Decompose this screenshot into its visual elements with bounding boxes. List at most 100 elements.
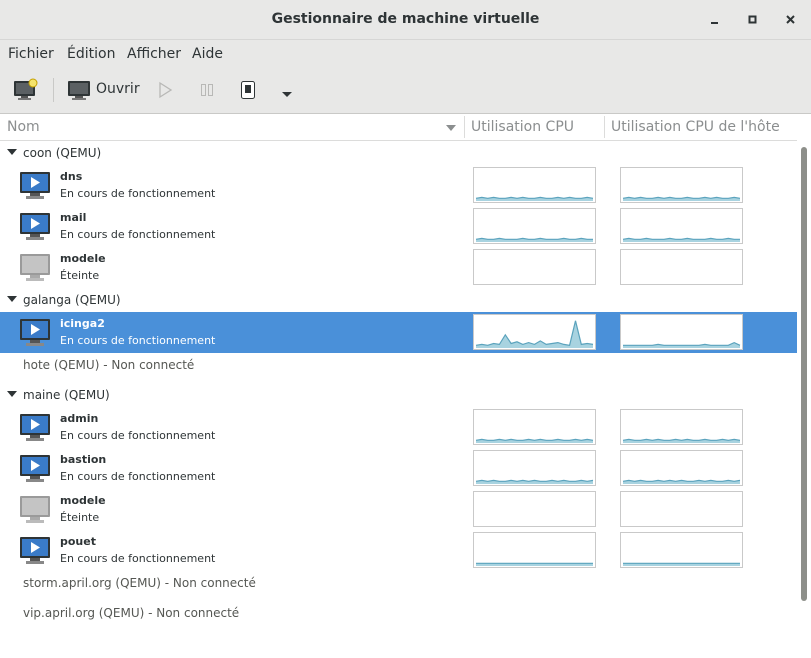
sort-chevron-icon[interactable] bbox=[445, 124, 457, 132]
host-cpu-usage-graph bbox=[620, 450, 743, 486]
shutdown-button[interactable] bbox=[238, 80, 258, 100]
vm-row-modele[interactable]: modele Éteinte bbox=[0, 247, 797, 288]
cpu-usage-graph bbox=[473, 314, 596, 350]
disconnected-connection[interactable]: vip.april.org (QEMU) - Non connecté bbox=[0, 601, 797, 625]
vm-status: En cours de fonctionnement bbox=[60, 187, 216, 200]
column-separator bbox=[604, 116, 605, 138]
cpu-usage-graph bbox=[473, 491, 596, 527]
cpu-usage-graph bbox=[473, 208, 596, 244]
vm-status: Éteinte bbox=[60, 511, 100, 524]
vm-row-pouet[interactable]: pouet En cours de fonctionnement bbox=[0, 530, 797, 571]
vm-icon-wrapper bbox=[19, 413, 51, 443]
connection-label: hote (QEMU) - Non connecté bbox=[23, 358, 195, 372]
vm-running-icon bbox=[20, 537, 50, 564]
cpu-graph-line bbox=[623, 341, 741, 346]
close-icon[interactable] bbox=[783, 12, 799, 28]
connection-group[interactable]: galanga (QEMU) bbox=[0, 288, 797, 312]
new-vm-button[interactable] bbox=[12, 78, 38, 102]
column-separator bbox=[464, 116, 465, 138]
vm-running-icon bbox=[20, 455, 50, 482]
disconnected-connection[interactable]: storm.april.org (QEMU) - Non connecté bbox=[0, 571, 797, 595]
minimize-icon[interactable] bbox=[707, 12, 723, 28]
expander-arrow-icon[interactable] bbox=[7, 149, 17, 155]
vm-row-dns[interactable]: dns En cours de fonctionnement bbox=[0, 165, 797, 206]
expander-arrow-icon[interactable] bbox=[7, 391, 17, 397]
connection-label: vip.april.org (QEMU) - Non connecté bbox=[23, 606, 240, 620]
open-label: Ouvrir bbox=[96, 81, 140, 97]
vm-name: bastion bbox=[60, 453, 107, 466]
vm-running-icon bbox=[20, 319, 50, 346]
vm-icon-wrapper bbox=[19, 212, 51, 242]
expander-arrow-icon[interactable] bbox=[7, 296, 17, 302]
vm-status: En cours de fonctionnement bbox=[60, 228, 216, 241]
vm-list: coon (QEMU) dns En cours de fonctionnement… bbox=[0, 141, 797, 658]
cpu-usage-graph bbox=[473, 249, 596, 285]
scrollbar-thumb[interactable] bbox=[801, 147, 807, 601]
host-cpu-usage-graph bbox=[620, 532, 743, 568]
host-cpu-usage-graph bbox=[620, 314, 743, 350]
vm-status: En cours de fonctionnement bbox=[60, 552, 216, 565]
menu-bar: Fichier Édition Afficher Aide bbox=[0, 40, 811, 68]
vm-row-bastion[interactable]: bastion En cours de fonctionnement bbox=[0, 448, 797, 489]
connection-label: galanga (QEMU) bbox=[23, 293, 121, 307]
disconnected-connection[interactable]: hote (QEMU) - Non connecté bbox=[0, 353, 797, 377]
open-button[interactable]: Ouvrir bbox=[67, 78, 140, 102]
cpu-usage-graph bbox=[473, 450, 596, 486]
vm-name: pouet bbox=[60, 535, 96, 548]
menu-aide[interactable]: Aide bbox=[192, 46, 223, 62]
vm-row-mail[interactable]: mail En cours de fonctionnement bbox=[0, 206, 797, 247]
menu-edition[interactable]: Édition bbox=[67, 46, 115, 62]
vm-row-admin[interactable]: admin En cours de fonctionnement bbox=[0, 407, 797, 448]
host-cpu-usage-graph bbox=[620, 167, 743, 203]
connection-label: maine (QEMU) bbox=[23, 388, 110, 402]
pause-button[interactable] bbox=[198, 81, 216, 99]
play-icon bbox=[159, 81, 173, 99]
shutdown-menu-button[interactable] bbox=[280, 85, 294, 97]
vm-icon-wrapper bbox=[19, 253, 51, 283]
column-cpu[interactable]: Utilisation CPU bbox=[471, 119, 574, 135]
menu-fichier[interactable]: Fichier bbox=[8, 46, 54, 62]
pause-icon bbox=[201, 84, 213, 96]
vm-icon-wrapper bbox=[19, 454, 51, 484]
connection-label: storm.april.org (QEMU) - Non connecté bbox=[23, 576, 256, 590]
vm-status: En cours de fonctionnement bbox=[60, 334, 216, 347]
power-icon bbox=[241, 81, 255, 99]
connection-group[interactable]: coon (QEMU) bbox=[0, 141, 797, 165]
host-cpu-usage-graph bbox=[620, 249, 743, 285]
vm-off-icon bbox=[20, 496, 50, 523]
cpu-graph-line bbox=[475, 237, 593, 240]
connection-group[interactable]: maine (QEMU) bbox=[0, 383, 797, 407]
maximize-icon[interactable] bbox=[745, 12, 761, 28]
vm-row-icinga2[interactable]: icinga2 En cours de fonctionnement bbox=[0, 312, 797, 353]
vm-row-modele[interactable]: modele Éteinte bbox=[0, 489, 797, 530]
new-vm-icon bbox=[14, 78, 38, 100]
title-bar: Gestionnaire de machine virtuelle bbox=[0, 0, 811, 40]
list-header: Nom Utilisation CPU Utilisation CPU de l… bbox=[0, 114, 797, 141]
vm-status: Éteinte bbox=[60, 269, 100, 282]
vm-name: icinga2 bbox=[60, 317, 105, 330]
scrollbar[interactable] bbox=[797, 141, 811, 658]
vm-running-icon bbox=[20, 414, 50, 441]
vm-status: En cours de fonctionnement bbox=[60, 429, 216, 442]
vm-running-icon bbox=[20, 213, 50, 240]
column-name[interactable]: Nom bbox=[7, 119, 40, 135]
vm-running-icon bbox=[20, 172, 50, 199]
window-title: Gestionnaire de machine virtuelle bbox=[271, 11, 540, 27]
vm-name: admin bbox=[60, 412, 99, 425]
vm-name: modele bbox=[60, 494, 106, 507]
toolbar-separator bbox=[53, 78, 54, 102]
menu-afficher[interactable]: Afficher bbox=[127, 46, 181, 62]
cpu-usage-graph bbox=[473, 532, 596, 568]
run-button[interactable] bbox=[156, 81, 174, 99]
toolbar: Ouvrir bbox=[0, 68, 811, 114]
host-cpu-usage-graph bbox=[620, 491, 743, 527]
vm-icon-wrapper bbox=[19, 536, 51, 566]
vm-off-icon bbox=[20, 254, 50, 281]
monitor-icon bbox=[68, 81, 90, 100]
chevron-down-icon bbox=[282, 92, 292, 97]
host-cpu-usage-graph bbox=[620, 409, 743, 445]
vm-name: mail bbox=[60, 211, 87, 224]
cpu-graph-line bbox=[622, 237, 740, 240]
column-host-cpu[interactable]: Utilisation CPU de l'hôte bbox=[611, 119, 780, 135]
vm-status: En cours de fonctionnement bbox=[60, 470, 216, 483]
